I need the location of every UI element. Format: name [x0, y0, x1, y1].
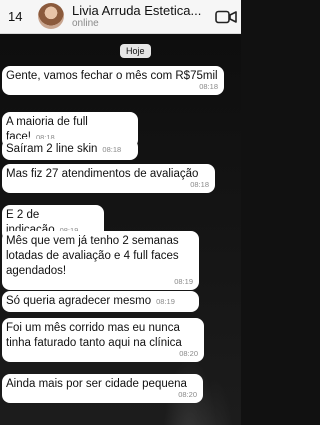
- message-bubble[interactable]: Só queria agradecer mesmo 08:19: [2, 291, 199, 312]
- video-camera-icon[interactable]: [215, 10, 237, 24]
- message-time: 08:19: [174, 277, 193, 286]
- message-text: Só queria agradecer mesmo: [6, 295, 152, 307]
- message-text: Mês que vem já tenho 2 semanas lotadas d…: [6, 235, 179, 277]
- message-time: 08:18: [102, 145, 122, 154]
- message-bubble[interactable]: Ainda mais por ser cidade pequena 08:20: [2, 374, 203, 403]
- message-text: Foi um mês corrido mas eu nunca tinha fa…: [6, 322, 182, 349]
- date-chip: Hoje: [120, 44, 151, 58]
- message-time: 08:18: [199, 82, 218, 91]
- message-time: 08:20: [178, 390, 197, 399]
- message-bubble[interactable]: Mas fiz 27 atendimentos de avaliação 08:…: [2, 164, 215, 193]
- message-time: 08:19: [156, 297, 175, 306]
- message-bubble[interactable]: Gente, vamos fechar o mês com R$75mil 08…: [2, 66, 224, 95]
- avatar[interactable]: [38, 3, 64, 29]
- chat-header: 14 Livia Arruda Estetica... online: [0, 0, 241, 34]
- contact-status: online: [72, 18, 99, 29]
- message-bubble[interactable]: Foi um mês corrido mas eu nunca tinha fa…: [2, 318, 204, 362]
- message-text: Saíram 2 line skin: [6, 143, 98, 155]
- message-text: Gente, vamos fechar o mês com R$75mil: [6, 70, 218, 82]
- back-unread-count[interactable]: 14: [8, 9, 22, 24]
- message-bubble[interactable]: Mês que vem já tenho 2 semanas lotadas d…: [2, 231, 199, 290]
- message-time: 08:18: [190, 180, 209, 189]
- message-bubble[interactable]: Saíram 2 line skin 08:18: [2, 139, 138, 160]
- contact-name[interactable]: Livia Arruda Estetica...: [72, 3, 201, 18]
- message-time: 08:20: [179, 349, 198, 358]
- chat-area[interactable]: Hoje Gente, vamos fechar o mês com R$75m…: [0, 34, 241, 425]
- message-text: Ainda mais por ser cidade pequena: [6, 378, 187, 390]
- message-text: Mas fiz 27 atendimentos de avaliação: [6, 168, 199, 180]
